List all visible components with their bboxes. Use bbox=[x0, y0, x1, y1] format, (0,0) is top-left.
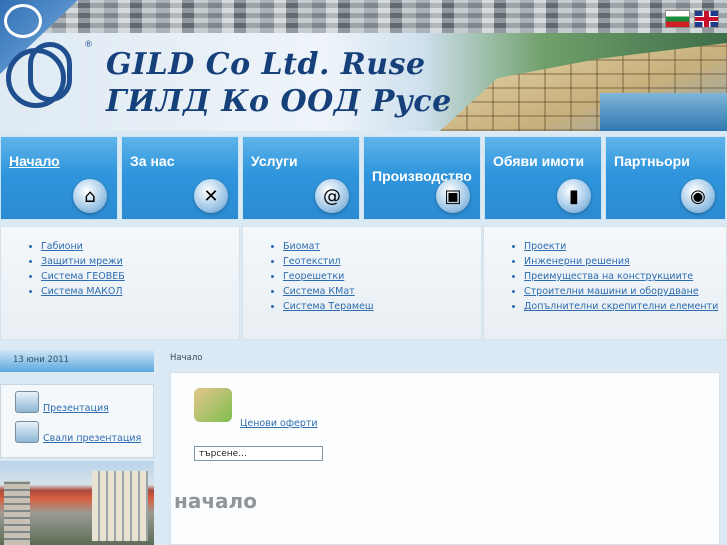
date-bar: 13 юни 2011 bbox=[0, 350, 154, 372]
gild-logo-icon[interactable] bbox=[6, 42, 72, 108]
list-item[interactable]: Система КМат bbox=[283, 286, 374, 297]
list-item[interactable]: Система Терамеш bbox=[283, 301, 374, 312]
language-flags bbox=[665, 10, 719, 28]
sublinks-column-3: Проекти Инженерни решения Преимущества н… bbox=[483, 226, 727, 340]
site-title-cyrillic: ГИЛД Ко ООД Русе bbox=[106, 84, 452, 119]
download-presentation-icon bbox=[15, 420, 39, 443]
search-input[interactable] bbox=[194, 446, 323, 461]
presentation-icon bbox=[15, 390, 39, 413]
nav-tile-label: Обяви имоти bbox=[493, 153, 585, 169]
sidebar-links: Презентация Свали презентация bbox=[0, 384, 154, 458]
sidebar-item-presentation[interactable]: Презентация bbox=[15, 389, 109, 414]
registered-mark: ® bbox=[84, 40, 93, 50]
nav-tile-real-estate[interactable]: Обяви имоти ▮ bbox=[484, 136, 602, 220]
list-item[interactable]: Защитни мрежи bbox=[41, 256, 125, 267]
nav-tile-services[interactable]: Услуги @ bbox=[242, 136, 360, 220]
main-navigation: Начало ⌂ За нас ✕ Услуги @ Производство … bbox=[0, 136, 727, 222]
site-title-latin: GILD Co Ltd. Ruse bbox=[106, 47, 426, 82]
river-image bbox=[600, 93, 727, 131]
english-flag-icon[interactable] bbox=[694, 10, 719, 28]
server-icon: ▮ bbox=[557, 179, 591, 213]
list-item[interactable]: Преимущества на конструкциите bbox=[524, 271, 718, 282]
sublinks-column-2: Биомат Геотекстил Георешетки Система КМа… bbox=[242, 226, 482, 340]
money-hand-icon[interactable] bbox=[194, 388, 232, 422]
list-item[interactable]: Габиони bbox=[41, 241, 125, 252]
globe-icon: ◉ bbox=[681, 179, 715, 213]
list-item[interactable]: Инженерни решения bbox=[524, 256, 718, 267]
list-item[interactable]: Георешетки bbox=[283, 271, 374, 282]
nav-tile-label: Партньори bbox=[614, 153, 690, 169]
list-item[interactable]: Допълнителни скрепителни елементи bbox=[524, 301, 718, 312]
tools-icon: ✕ bbox=[194, 179, 228, 213]
list-item[interactable]: Система ГЕОВЕБ bbox=[41, 271, 125, 282]
price-offers-link[interactable]: Ценови оферти bbox=[240, 418, 318, 429]
small-logo-icon bbox=[4, 4, 42, 38]
list-item[interactable]: Геотекстил bbox=[283, 256, 374, 267]
house-icon: ⌂ bbox=[73, 179, 107, 213]
nav-tile-about[interactable]: За нас ✕ bbox=[121, 136, 239, 220]
city-photo bbox=[0, 461, 154, 545]
list-item[interactable]: Проекти bbox=[524, 241, 718, 252]
sidebar-item-download-presentation[interactable]: Свали презентация bbox=[15, 419, 141, 444]
sublinks-column-1: Габиони Защитни мрежи Система ГЕОВЕБ Сис… bbox=[0, 226, 240, 340]
nav-tile-partners[interactable]: Партньори ◉ bbox=[605, 136, 726, 220]
sidebar-item-label: Презентация bbox=[43, 403, 109, 414]
nav-tile-production[interactable]: Производство ▣ bbox=[363, 136, 481, 220]
list-item[interactable]: Система МАКОЛ bbox=[41, 286, 125, 297]
bulgarian-flag-icon[interactable] bbox=[665, 10, 690, 28]
envelope-search-icon: @ bbox=[315, 179, 349, 213]
nav-tile-label: Услуги bbox=[251, 153, 298, 169]
page-title: начало bbox=[174, 489, 257, 513]
photo-icon: ▣ bbox=[436, 179, 470, 213]
nav-tile-label: За нас bbox=[130, 153, 175, 169]
header-stone-band bbox=[0, 0, 727, 33]
sidebar-item-label: Свали презентация bbox=[43, 433, 142, 444]
list-item[interactable]: Строителни машини и оборудване bbox=[524, 286, 718, 297]
nav-tile-home[interactable]: Начало ⌂ bbox=[0, 136, 118, 220]
nav-tile-label: Начало bbox=[9, 153, 60, 169]
list-item[interactable]: Биомат bbox=[283, 241, 374, 252]
breadcrumb: Начало bbox=[170, 353, 203, 363]
